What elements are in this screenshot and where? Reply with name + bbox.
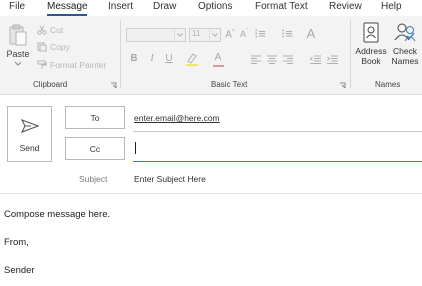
tab-message[interactable]: Message [47,1,88,12]
address-book-button[interactable]: Address Book [353,22,389,66]
paste-icon [9,24,27,46]
to-button[interactable]: To [65,106,125,129]
names-group-label: Names [375,80,401,89]
align-center-icon[interactable] [267,55,277,64]
copy-button[interactable]: Copy [37,42,70,52]
subject-label: Subject [79,174,108,184]
font-size-value: 11 [192,29,201,38]
align-right-icon[interactable] [283,55,293,64]
font-color-button[interactable]: A [212,52,230,68]
header-divider [0,193,422,194]
check-names-icon [394,23,416,42]
scissors-icon [37,25,47,35]
tab-review[interactable]: Review [329,1,362,12]
send-label: Send [19,143,40,153]
body-line: Sender [4,265,35,276]
numbering-icon[interactable]: ⁝≡ [281,26,293,42]
cc-button[interactable]: Cc [65,137,125,160]
format-painter-button[interactable]: Format Painter [37,60,106,70]
dialog-launcher-icon[interactable] [339,82,346,89]
highlighter-icon [186,53,198,66]
check-names-button[interactable]: Check Names [388,22,422,66]
cc-field-underline [133,161,422,162]
font-color-bar [213,65,224,67]
chevron-down-icon [174,29,185,41]
align-left-icon[interactable] [251,55,261,64]
paintbrush-icon [37,60,47,69]
decrease-indent-icon[interactable] [310,55,321,64]
ribbon: Paste Cut Copy Format Painter Clipboard [0,16,422,95]
check-names-label-2: Names [391,56,419,66]
copy-label: Copy [50,42,70,52]
address-book-icon [363,22,379,43]
clipboard-group-label: Clipboard [33,80,68,89]
chevron-down-icon [14,61,22,66]
paste-label: Paste [6,49,30,59]
font-color-icon: A [214,52,222,63]
send-button[interactable]: Send [7,106,52,162]
bullets-icon[interactable]: ⁝≡ [254,26,266,42]
grow-font-icon[interactable]: A^ [224,29,236,40]
italic-button[interactable]: I [146,53,158,64]
basic-text-group-label: Basic Text [211,80,248,89]
text-cursor [135,142,136,154]
clear-formatting-icon[interactable]: A [305,26,317,41]
cut-button[interactable]: Cut [37,25,63,35]
address-book-label-2: Book [361,56,381,66]
group-separator [120,20,121,88]
tab-file[interactable]: File [9,1,25,12]
tab-format-text[interactable]: Format Text [255,1,308,12]
underline-button[interactable]: U [163,53,175,64]
check-names-label-1: Check [392,46,418,56]
font-name-combo[interactable] [126,28,186,42]
group-separator [350,20,351,88]
tab-help[interactable]: Help [381,1,402,12]
to-field-underline [133,131,422,132]
font-size-combo[interactable]: 11 [189,28,221,42]
send-icon [21,119,39,133]
ribbon-tabs: File Message Insert Draw Options Format … [0,0,422,16]
copy-icon [37,42,47,52]
shrink-font-icon[interactable]: Aˇ [238,29,250,39]
subject-input[interactable]: Enter Subject Here [134,174,206,184]
dialog-launcher-icon[interactable] [110,82,117,89]
to-recipient[interactable]: enter.email@here.com [134,113,220,123]
body-line: Compose message here. [4,209,111,220]
format-painter-label: Format Painter [50,60,107,70]
highlight-color-button[interactable] [185,52,203,68]
body-line: From, [4,237,29,248]
bold-button[interactable]: B [128,53,140,64]
increase-indent-icon[interactable] [327,55,338,64]
chevron-down-icon [209,29,220,41]
address-book-label-1: Address [355,46,387,56]
tab-draw[interactable]: Draw [153,1,176,12]
cc-input[interactable] [133,138,422,160]
cut-label: Cut [50,25,64,35]
tab-options[interactable]: Options [198,1,232,12]
tab-insert[interactable]: Insert [108,1,133,12]
paste-button[interactable]: Paste [5,23,31,69]
